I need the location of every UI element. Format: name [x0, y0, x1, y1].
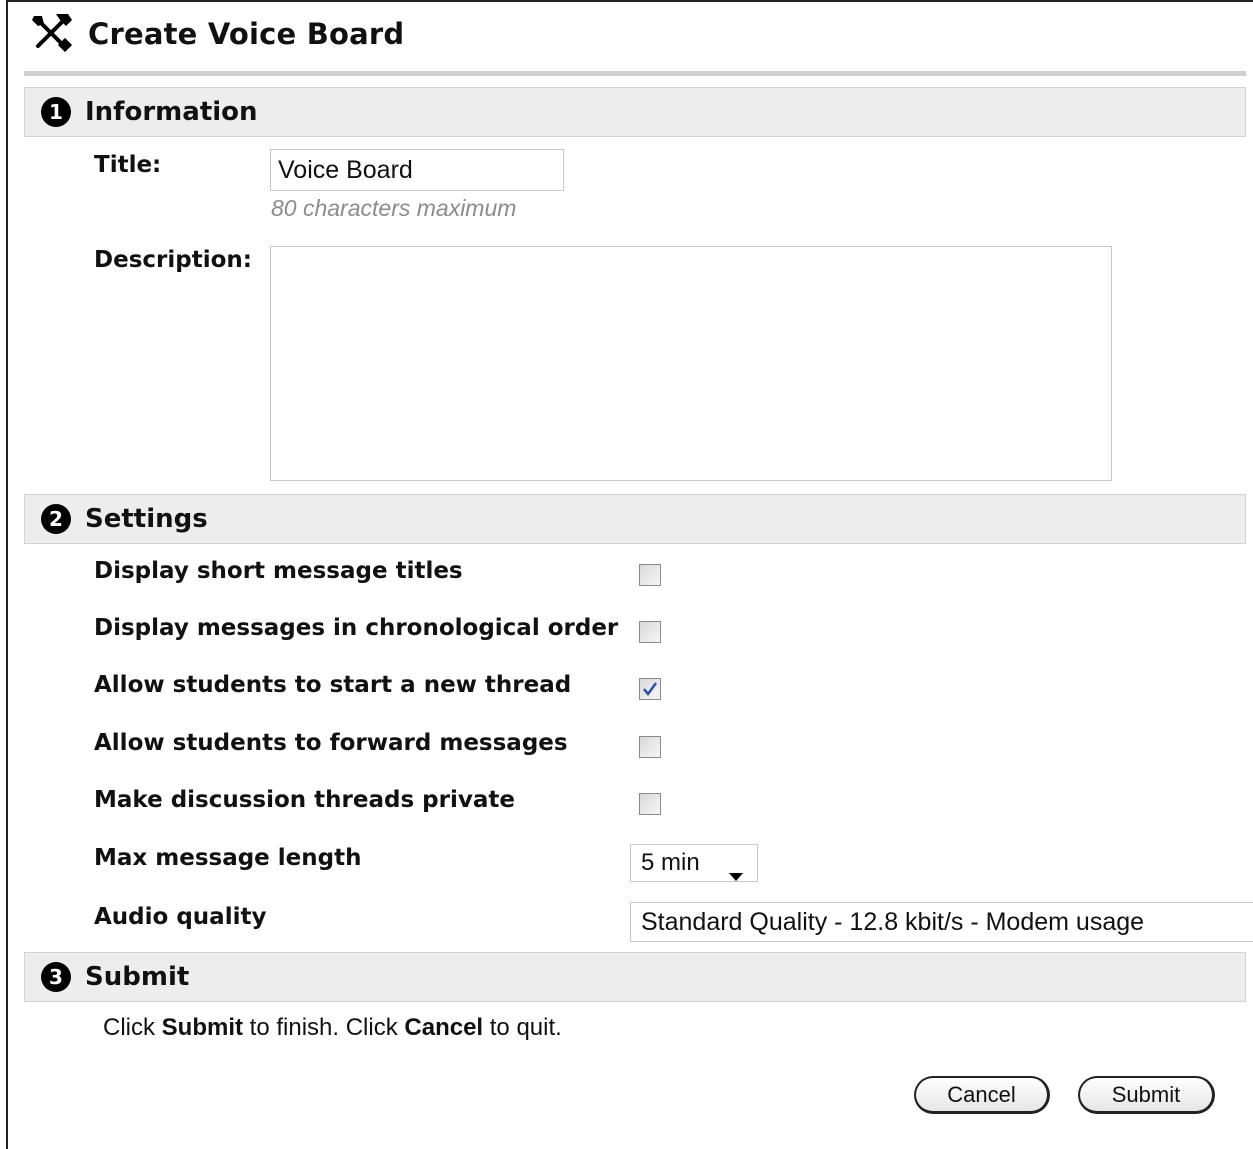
- setting-label: Make discussion threads private: [94, 787, 515, 813]
- title-input[interactable]: Voice Board: [270, 149, 564, 191]
- tools-icon: [30, 12, 74, 56]
- step-number-1: 1: [41, 97, 71, 127]
- header-divider: [24, 71, 1246, 76]
- section-settings-header: 2 Settings: [24, 494, 1246, 544]
- setting-label: Display messages in chronological order: [94, 615, 619, 641]
- section-information-header: 1 Information: [24, 87, 1246, 137]
- caret-down-icon: [729, 860, 743, 888]
- setting-label: Allow students to forward messages: [94, 730, 568, 756]
- title-label: Title:: [94, 152, 162, 178]
- audio-quality-select[interactable]: Standard Quality - 12.8 kbit/s - Modem u…: [630, 902, 1253, 942]
- checkmark-icon: [643, 682, 658, 697]
- instruction-text: Click: [103, 1014, 162, 1041]
- setting-checkbox[interactable]: [639, 564, 661, 586]
- setting-checkbox[interactable]: [639, 621, 661, 643]
- title-hint: 80 characters maximum: [271, 195, 517, 221]
- section-title: Submit: [85, 962, 190, 992]
- cancel-button[interactable]: Cancel: [914, 1076, 1050, 1114]
- setting-checkbox[interactable]: [639, 736, 661, 758]
- setting-row-private: Make discussion threads private: [94, 787, 714, 821]
- section-title: Settings: [85, 504, 208, 534]
- submit-button[interactable]: Submit: [1078, 1076, 1215, 1114]
- instruction-cancel-word: Cancel: [404, 1014, 484, 1041]
- instruction-text: to finish. Click: [243, 1014, 405, 1041]
- setting-row-short-titles: Display short message titles: [94, 558, 714, 592]
- setting-label: Allow students to start a new thread: [94, 672, 572, 698]
- setting-checkbox[interactable]: [639, 793, 661, 815]
- max-length-label: Max message length: [94, 845, 362, 871]
- step-number-3: 3: [41, 962, 71, 992]
- section-submit-header: 3 Submit: [24, 952, 1246, 1002]
- setting-row-new-thread: Allow students to start a new thread: [94, 672, 714, 706]
- setting-row-chronological: Display messages in chronological order: [94, 615, 714, 649]
- setting-checkbox[interactable]: [639, 678, 661, 700]
- max-length-select[interactable]: 5 min: [630, 844, 758, 882]
- setting-label: Display short message titles: [94, 558, 463, 584]
- section-title: Information: [85, 97, 258, 127]
- instruction-submit-word: Submit: [161, 1014, 243, 1041]
- page-title: Create Voice Board: [88, 17, 405, 51]
- description-textarea[interactable]: [270, 246, 1112, 481]
- page-header: Create Voice Board: [30, 12, 404, 56]
- description-label: Description:: [94, 247, 252, 273]
- select-value: 5 min: [641, 849, 700, 876]
- instruction-text: to quit.: [483, 1014, 562, 1041]
- setting-row-forward: Allow students to forward messages: [94, 730, 714, 764]
- step-number-2: 2: [41, 504, 71, 534]
- audio-quality-label: Audio quality: [94, 904, 267, 930]
- submit-instructions: Click Submit to finish. Click Cancel to …: [103, 1014, 562, 1042]
